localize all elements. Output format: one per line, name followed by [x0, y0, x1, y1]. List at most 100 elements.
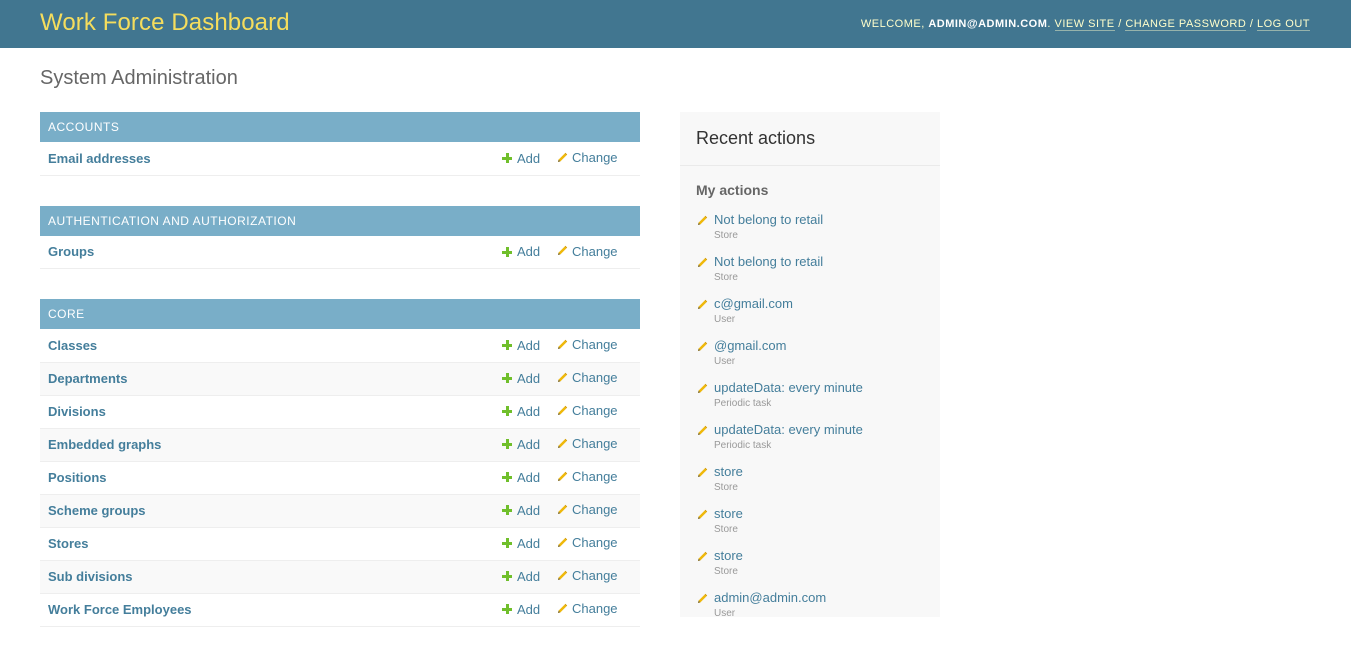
my-actions-title: My actions	[696, 182, 769, 198]
welcome-text: WELCOME,	[860, 18, 925, 30]
module-caption[interactable]: AUTHENTICATION AND AUTHORIZATION	[40, 205, 640, 236]
add-cell: Add	[494, 527, 556, 560]
model-link[interactable]: Email addresses	[40, 142, 494, 175]
pencil-icon	[558, 438, 568, 448]
plus-icon	[502, 153, 512, 163]
action-item: updateData: every minute Periodic task	[696, 422, 924, 464]
model-row-scheme-groups: Scheme groups Add Change	[40, 494, 640, 527]
plus-icon	[502, 571, 512, 582]
action-link[interactable]: store	[714, 548, 924, 564]
pencil-icon	[558, 339, 568, 349]
add-cell: Add	[494, 142, 556, 175]
add-link[interactable]: Add	[502, 404, 540, 419]
add-link[interactable]: Add	[502, 244, 540, 259]
action-content-type: Store	[714, 230, 738, 241]
change-label: Change	[572, 243, 618, 259]
action-link[interactable]: Not belong to retail	[714, 212, 924, 228]
pencil-icon	[558, 152, 568, 162]
model-link[interactable]: Embedded graphs	[40, 428, 494, 461]
add-link[interactable]: Add	[502, 503, 540, 518]
add-label: Add	[517, 601, 541, 617]
log-out-link[interactable]: LOG OUT	[1256, 18, 1310, 31]
change-label: Change	[572, 601, 618, 617]
plus-icon	[502, 505, 512, 516]
add-cell: Add	[494, 461, 556, 494]
add-link[interactable]: Add	[502, 602, 540, 617]
action-content-type: Store	[714, 566, 738, 577]
model-row-email-addresses: Email addresses Add Change	[40, 142, 640, 175]
change-cell: Change	[556, 362, 640, 395]
add-cell: Add	[494, 362, 556, 395]
module-accounts: ACCOUNTS Email addresses Add Change	[40, 112, 640, 176]
action-content-type: Store	[714, 272, 738, 283]
change-link[interactable]: Change	[556, 535, 618, 550]
add-label: Add	[517, 403, 541, 419]
add-label: Add	[517, 469, 541, 485]
module-core: CORE Classes Add Change Departments Add Chan…	[40, 299, 640, 627]
module-caption[interactable]: CORE	[40, 299, 640, 329]
add-link[interactable]: Add	[502, 371, 540, 386]
model-link[interactable]: Classes	[40, 329, 494, 362]
plus-icon	[502, 604, 512, 615]
action-link[interactable]: updateData: every minute	[714, 422, 924, 438]
change-link[interactable]: Change	[556, 370, 618, 385]
model-link[interactable]: Departments	[40, 362, 494, 395]
add-link[interactable]: Add	[502, 437, 540, 452]
pencil-icon	[558, 405, 568, 415]
action-link[interactable]: updateData: every minute	[714, 380, 924, 396]
change-cell: Change	[556, 527, 640, 560]
action-link[interactable]: admin@admin.com	[714, 590, 924, 606]
action-link[interactable]: store	[714, 506, 924, 522]
model-link[interactable]: Stores	[40, 527, 494, 560]
action-item: Not belong to retail Store	[696, 254, 924, 296]
plus-icon	[502, 439, 512, 450]
change-link[interactable]: Change	[556, 601, 618, 616]
model-link[interactable]: Divisions	[40, 395, 494, 428]
change-label: Change	[572, 502, 618, 518]
pencil-icon	[698, 383, 708, 393]
model-link[interactable]: Sub divisions	[40, 560, 494, 593]
action-link[interactable]: Not belong to retail	[714, 254, 924, 270]
separator: /	[1118, 18, 1122, 30]
change-link[interactable]: Change	[556, 568, 618, 583]
action-content-type: Store	[714, 482, 738, 493]
add-link[interactable]: Add	[502, 569, 540, 584]
add-link[interactable]: Add	[502, 470, 540, 485]
add-link[interactable]: Add	[502, 151, 540, 166]
model-link[interactable]: Work Force Employees	[40, 593, 494, 626]
action-list: Not belong to retail Store Not belong to …	[680, 212, 940, 617]
model-link[interactable]: Scheme groups	[40, 494, 494, 527]
user-tools: WELCOME, ADMIN@ADMIN.COM. VIEW SITE / CH…	[860, 18, 1310, 31]
action-content-type: Periodic task	[714, 440, 772, 451]
change-link[interactable]: Change	[556, 469, 618, 484]
add-cell: Add	[494, 428, 556, 461]
change-link[interactable]: Change	[556, 150, 618, 165]
change-link[interactable]: Change	[556, 337, 618, 352]
add-label: Add	[517, 370, 541, 386]
change-link[interactable]: Change	[556, 244, 618, 259]
separator: /	[1249, 18, 1254, 30]
view-site-link[interactable]: VIEW SITE	[1054, 18, 1115, 31]
pencil-icon	[558, 372, 568, 382]
add-link[interactable]: Add	[502, 338, 540, 353]
module-table: CORE Classes Add Change Departments Add Chan…	[40, 299, 640, 627]
action-link[interactable]: store	[714, 464, 924, 480]
change-cell: Change	[556, 560, 640, 593]
add-cell: Add	[494, 329, 556, 362]
site-brand[interactable]: Work Force Dashboard	[40, 8, 290, 38]
change-link[interactable]: Change	[556, 436, 618, 451]
change-cell: Change	[556, 142, 640, 175]
action-link[interactable]: c@gmail.com	[714, 296, 924, 312]
pencil-icon	[558, 504, 568, 514]
change-link[interactable]: Change	[556, 403, 618, 418]
model-link[interactable]: Groups	[40, 236, 494, 269]
action-link[interactable]: @gmail.com	[714, 338, 924, 354]
change-link[interactable]: Change	[556, 502, 618, 517]
change-cell: Change	[556, 461, 640, 494]
change-password-link[interactable]: CHANGE PASSWORD	[1125, 18, 1247, 31]
add-label: Add	[517, 568, 541, 584]
model-link[interactable]: Positions	[40, 461, 494, 494]
module-table: ACCOUNTS Email addresses Add Change	[40, 112, 640, 176]
module-caption[interactable]: ACCOUNTS	[40, 112, 640, 142]
add-link[interactable]: Add	[502, 536, 540, 551]
